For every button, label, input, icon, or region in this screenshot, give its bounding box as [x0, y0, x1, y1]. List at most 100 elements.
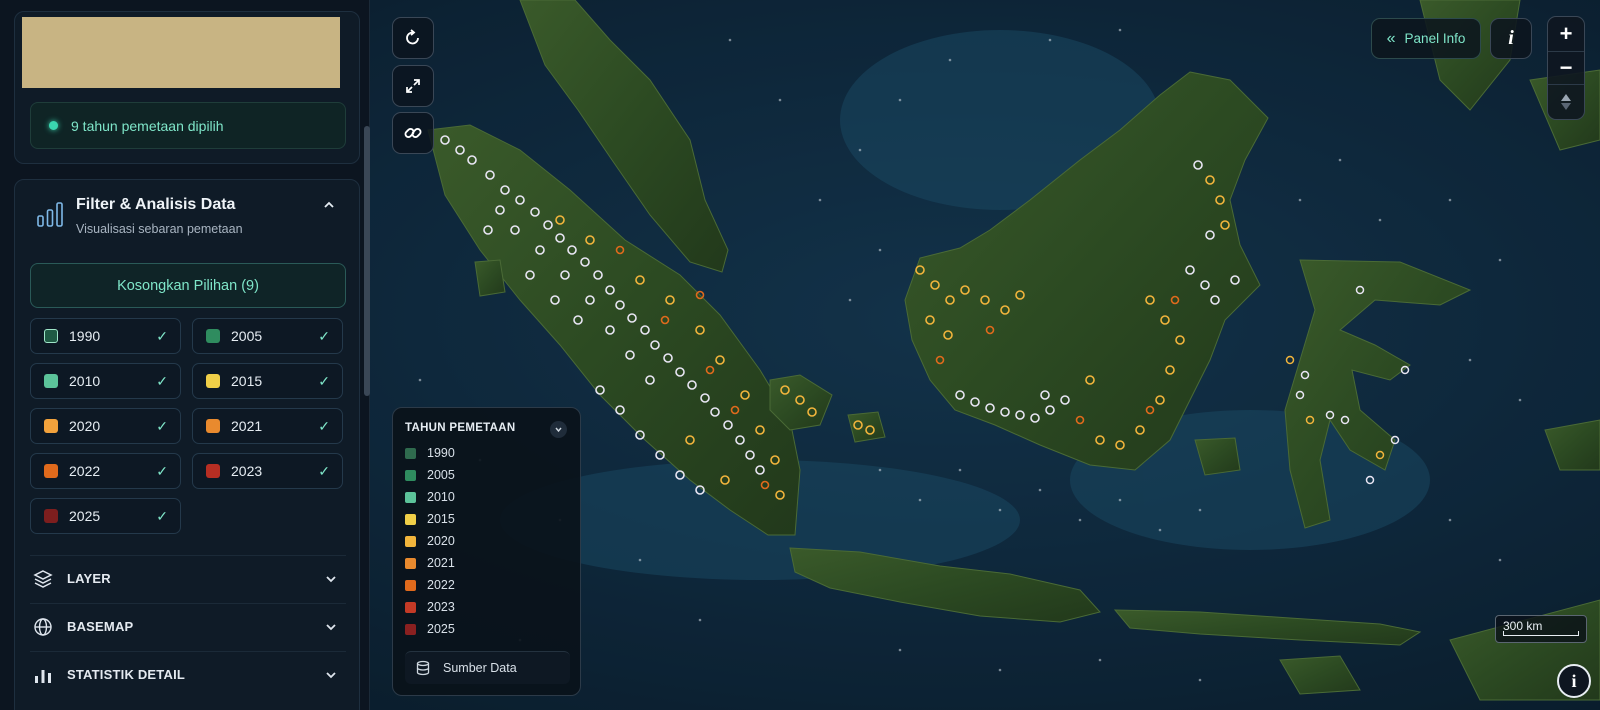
legend-swatch: [405, 579, 416, 591]
legend-item: 2010: [405, 490, 455, 504]
check-icon: ✓: [156, 328, 168, 344]
panel-info-label: Panel Info: [1404, 31, 1466, 46]
year-toggle-2010[interactable]: 2010 ✓: [30, 363, 181, 399]
layers-icon: [33, 569, 53, 588]
year-swatch: [206, 329, 220, 343]
section-statistik-label: STATISTIK DETAIL: [67, 667, 186, 682]
info-button[interactable]: i: [1490, 18, 1532, 59]
status-dot-icon: [49, 121, 58, 130]
chevron-down-icon: [326, 576, 336, 583]
legend-swatch: [405, 535, 416, 547]
zoom-out-button[interactable]: −: [1548, 51, 1584, 85]
section-layer[interactable]: LAYER: [30, 555, 346, 601]
attribution-info-button[interactable]: i: [1557, 664, 1591, 698]
year-toggle-2020[interactable]: 2020 ✓: [30, 408, 181, 444]
year-label: 2015: [231, 373, 263, 389]
year-swatch: [44, 464, 58, 478]
legend-item: 2015: [405, 512, 455, 526]
year-label: 2005: [231, 328, 263, 344]
bar-chart-icon: [37, 202, 63, 227]
expand-icon: [406, 79, 420, 93]
year-swatch: [44, 329, 58, 343]
year-label: 2020: [69, 418, 101, 434]
legend-item: 2005: [405, 468, 455, 482]
status-pill: 9 tahun pemetaan dipilih: [30, 102, 346, 149]
sidebar: 9 tahun pemetaan dipilih Filter & Analis…: [0, 0, 370, 710]
share-link-button[interactable]: [392, 112, 434, 154]
year-toggle-2022[interactable]: 2022 ✓: [30, 453, 181, 489]
section-basemap[interactable]: BASEMAP: [30, 603, 346, 649]
year-swatch: [206, 464, 220, 478]
year-toggle-2023[interactable]: 2023 ✓: [192, 453, 343, 489]
globe-icon: [34, 617, 52, 636]
legend-title: TAHUN PEMETAAN: [405, 422, 516, 434]
zoom-control: + −: [1547, 16, 1585, 120]
legend-label: 2015: [427, 512, 455, 526]
year-swatch: [44, 374, 58, 388]
status-text: 9 tahun pemetaan dipilih: [71, 117, 224, 134]
fullscreen-button[interactable]: [392, 65, 434, 107]
bar-chart-icon: [35, 669, 51, 683]
info-icon: i: [1508, 27, 1514, 49]
legend-label: 2010: [427, 490, 455, 504]
legend-item: 2020: [405, 534, 455, 548]
chevron-down-icon: [326, 624, 336, 631]
info-icon: i: [1571, 670, 1577, 691]
year-label: 1990: [69, 328, 101, 344]
year-label: 2010: [69, 373, 101, 389]
section-layer-label: LAYER: [67, 571, 111, 586]
database-icon: [416, 660, 430, 676]
data-source-button[interactable]: Sumber Data: [405, 651, 570, 684]
check-icon: ✓: [156, 373, 168, 389]
chevron-down-icon: [326, 672, 336, 679]
year-label: 2025: [69, 508, 101, 524]
legend-label: 1990: [427, 446, 455, 460]
legend-item: 2025: [405, 622, 455, 636]
year-toggle-1990[interactable]: 1990 ✓: [30, 318, 181, 354]
legend-swatch: [405, 447, 416, 459]
year-label: 2022: [69, 463, 101, 479]
year-label: 2023: [231, 463, 263, 479]
legend-collapse-button[interactable]: [550, 421, 567, 438]
chevron-down-icon: [555, 427, 562, 433]
data-source-label: Sumber Data: [443, 661, 517, 675]
year-toggle-2015[interactable]: 2015 ✓: [192, 363, 343, 399]
legend-swatch: [405, 601, 416, 613]
check-icon: ✓: [318, 418, 330, 434]
legend-label: 2022: [427, 578, 455, 592]
legend-swatch: [405, 623, 416, 635]
sidebar-scrollbar[interactable]: [364, 126, 370, 396]
year-swatch: [206, 419, 220, 433]
panel-info-button[interactable]: « Panel Info: [1371, 18, 1481, 59]
scale-ruler: [1503, 631, 1579, 636]
refresh-icon: [406, 29, 419, 45]
clear-selection-button[interactable]: Kosongkan Pilihan (9): [30, 263, 346, 308]
year-swatch: [206, 374, 220, 388]
check-icon: ✓: [318, 373, 330, 389]
legend-label: 2021: [427, 556, 455, 570]
section-basemap-label: BASEMAP: [67, 619, 134, 634]
year-swatch: [44, 419, 58, 433]
year-toggle-2025[interactable]: 2025 ✓: [30, 498, 181, 534]
check-icon: ✓: [318, 328, 330, 344]
section-statistik-detail[interactable]: STATISTIK DETAIL: [30, 651, 346, 697]
legend-panel: TAHUN PEMETAAN 1990 2005 2010 2015 2020 …: [392, 407, 581, 696]
legend-item: 2021: [405, 556, 455, 570]
year-toggle-2021[interactable]: 2021 ✓: [192, 408, 343, 444]
reset-view-button[interactable]: [392, 17, 434, 59]
legend-item: 1990: [405, 446, 455, 460]
check-icon: ✓: [318, 463, 330, 479]
zoom-in-button[interactable]: +: [1548, 17, 1584, 51]
compass-button[interactable]: [1548, 85, 1584, 119]
year-toggle-2005[interactable]: 2005 ✓: [192, 318, 343, 354]
legend-item: 2022: [405, 578, 455, 592]
scale-bar: 300 km: [1495, 615, 1587, 643]
legend-label: 2020: [427, 534, 455, 548]
check-icon: ✓: [156, 508, 168, 524]
year-swatch: [44, 509, 58, 523]
compass-icon: [1561, 94, 1571, 110]
check-icon: ✓: [156, 418, 168, 434]
year-label: 2021: [231, 418, 263, 434]
chevron-up-icon[interactable]: [322, 198, 336, 212]
legend-label: 2005: [427, 468, 455, 482]
